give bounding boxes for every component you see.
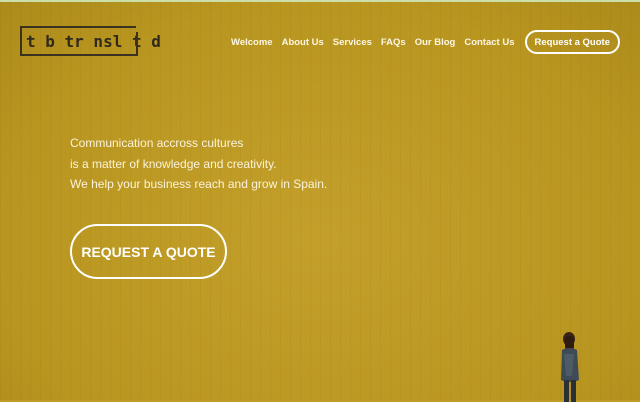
logo-text: t b tr nsl t d: [26, 31, 161, 51]
tagline-line-1: Communication accross cultures: [70, 136, 244, 150]
nav-about-us[interactable]: About Us: [282, 37, 324, 48]
main-nav: Welcome About Us Services FAQs Our Blog …: [222, 28, 620, 56]
nav-services[interactable]: Services: [333, 37, 372, 48]
hero-tagline: Communication accross cultures is a matt…: [70, 133, 327, 195]
hero-section: t b tr nsl t d Welcome About Us Services…: [0, 0, 640, 402]
nav-faqs[interactable]: FAQs: [381, 37, 406, 48]
nav-contact-us[interactable]: Contact Us: [464, 37, 514, 48]
nav-request-quote-button[interactable]: Request a Quote: [524, 30, 620, 54]
person-silhouette: [561, 332, 579, 402]
hero-request-quote-button[interactable]: REQUEST A QUOTE: [70, 224, 227, 279]
tagline-line-2: is a matter of knowledge and creativity.: [70, 156, 277, 171]
nav-our-blog[interactable]: Our Blog: [415, 37, 456, 48]
site-logo[interactable]: t b tr nsl t d: [20, 26, 161, 56]
nav-welcome[interactable]: Welcome: [231, 37, 273, 48]
tagline-line-3: We help your business reach and grow in …: [70, 177, 328, 191]
